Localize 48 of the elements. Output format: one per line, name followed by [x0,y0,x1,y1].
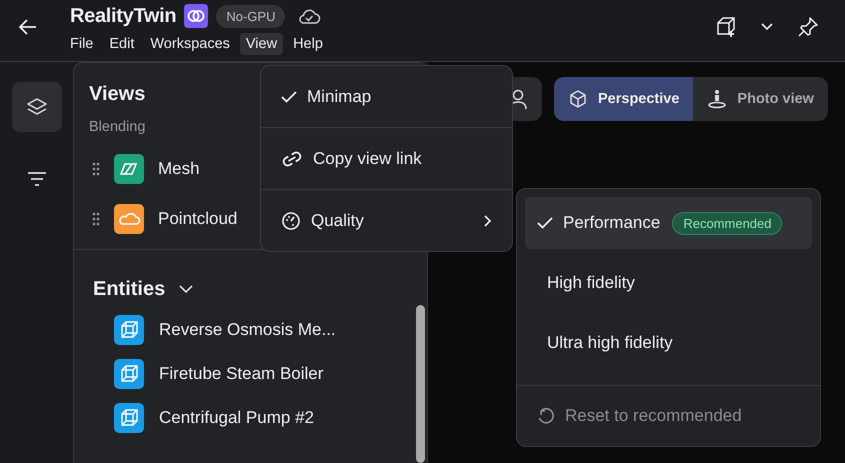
menu-item[interactable]: Workspaces [144,33,236,55]
cube-icon [114,403,144,433]
view-mode-tab[interactable]: Perspective [554,77,694,121]
checkmark-icon [537,216,553,230]
layers-button[interactable] [12,82,62,132]
checkmark-icon [281,90,297,104]
pin-icon[interactable] [797,16,819,38]
chevron-right-icon [484,214,492,226]
panel-title: Views [89,83,146,106]
menu-option[interactable]: Copy view link [261,128,512,189]
rings-logo-icon [184,4,208,28]
chevron-down-icon[interactable] [761,23,773,31]
add-cube-icon[interactable] [715,16,737,38]
person-pin-icon [707,89,728,109]
back-arrow-icon[interactable] [19,19,37,35]
menu-item[interactable]: Edit [103,33,140,55]
menu-option[interactable]: Minimap [261,66,512,127]
view-mode-tab[interactable]: Photo view [693,77,828,121]
layer-name[interactable]: Pointcloud [158,209,238,229]
menu-item[interactable]: Help [287,33,329,55]
filter-icon [26,171,46,187]
layers-icon [26,97,48,117]
scrollbar[interactable] [416,305,425,463]
undo-icon [537,407,555,425]
gauge-icon [281,210,301,230]
entity-name[interactable]: Firetube Steam Boiler [159,364,324,384]
section-label: Blending [89,119,146,135]
menu-item[interactable]: File [64,33,100,55]
fidelity-option[interactable]: Performance Recommended [525,197,812,249]
layer-name[interactable]: Mesh [158,159,200,179]
entity-name[interactable]: Reverse Osmosis Me... [159,320,336,340]
menu-option[interactable]: Quality [261,190,512,251]
status-badge: No-GPU [216,4,286,28]
drag-handle-icon[interactable] [92,162,100,176]
section-title: Entities [93,278,166,301]
entity-name[interactable]: Centrifugal Pump #2 [159,408,314,428]
link-icon [281,150,303,166]
fidelity-option[interactable]: High fidelity [525,257,812,309]
menu-item[interactable]: View [240,33,284,55]
cube-icon [568,89,588,109]
cloud-check-icon [297,7,322,25]
chevron-icon[interactable] [179,285,194,294]
cube-icon [114,315,144,345]
recommended-badge: Recommended [672,212,782,234]
cube-icon [114,359,144,389]
drag-handle-icon[interactable] [92,212,100,226]
fidelity-option[interactable]: Ultra high fidelity [525,317,812,369]
app-title: RealityTwin [70,4,176,28]
